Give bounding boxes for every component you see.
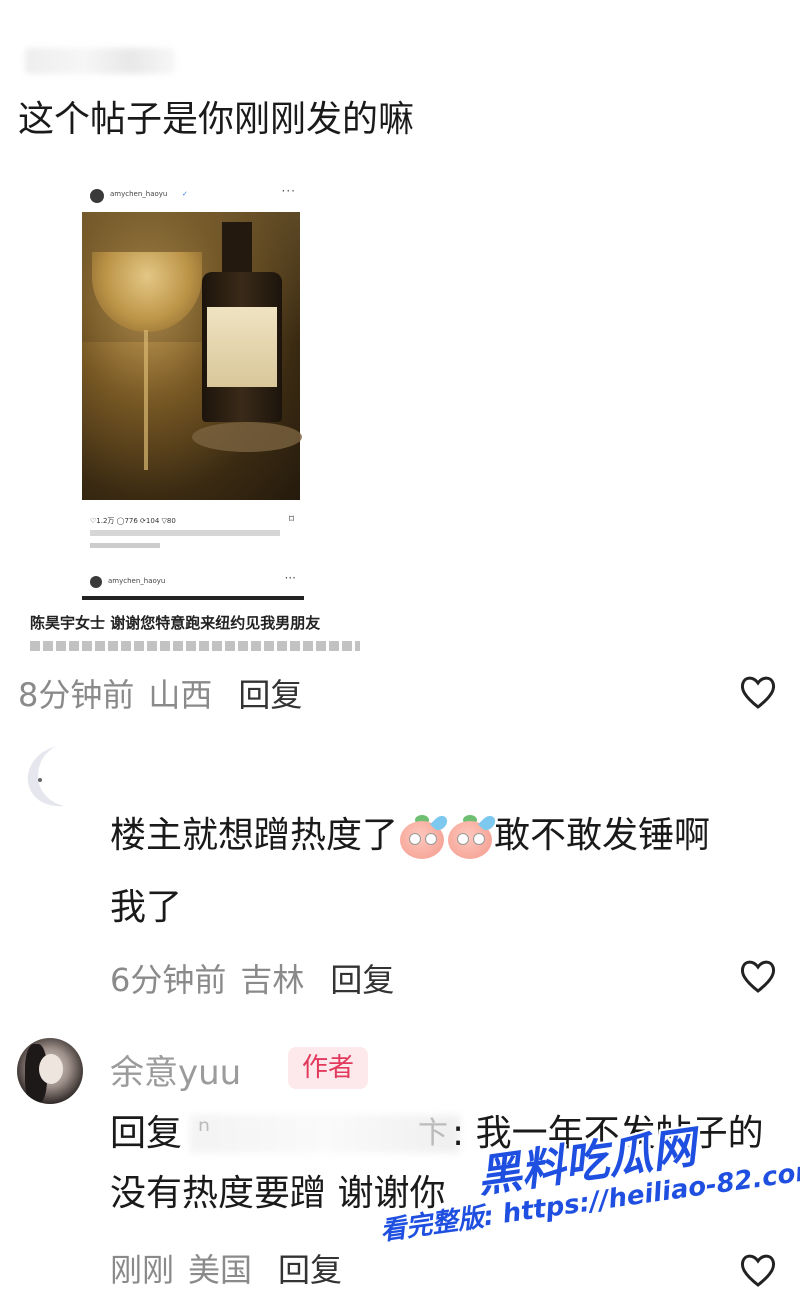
reply-button[interactable]: 回复 — [330, 961, 394, 999]
bookmark-icon: ⌑ — [288, 514, 294, 525]
comment-text: 楼主就想蹭热度了 敢不敢发锤啊 — [110, 812, 710, 860]
embedded-caption-cutoff — [30, 641, 360, 651]
wine-glass-stem — [144, 330, 148, 470]
comment-location: 山西 — [148, 676, 213, 714]
verified-icon: ✓ — [182, 190, 188, 198]
comment-time: 8分钟前 — [18, 676, 135, 714]
more-icon: ··· — [281, 184, 296, 198]
avatar — [90, 189, 104, 203]
author-username[interactable]: 余意yuu — [110, 1045, 241, 1094]
sweat-emoji-icon — [400, 813, 450, 859]
embedded-screenshot[interactable]: amychen_haoyu ✓ ··· ♡1.2万 ◯776 ⟳104 ▽80 … — [82, 180, 304, 650]
comment-time: 6分钟前 — [110, 961, 227, 999]
comment-meta: 6分钟前 吉林 回复 — [110, 955, 394, 1001]
comment-meta: 刚刚 美国 回复 — [110, 1245, 342, 1291]
comment-meta: 8分钟前 山西 回复 — [18, 670, 302, 716]
reply-button[interactable]: 回复 — [238, 676, 302, 714]
avatar — [90, 576, 102, 588]
avatar-face — [39, 1054, 63, 1084]
author-badge: 作者 — [288, 1047, 368, 1089]
embedded-caption: 陈昊宇女士 谢谢您特意跑来纽约见我男朋友 — [30, 614, 321, 632]
wine-photo — [82, 212, 302, 500]
sweat-emoji-icon — [448, 813, 498, 859]
like-heart-icon[interactable] — [738, 956, 778, 996]
more-icon: ··· — [284, 571, 296, 585]
embedded-date-blurred — [90, 543, 160, 548]
embedded-post-stats: ♡1.2万 ◯776 ⟳104 ▽80 — [90, 517, 176, 525]
comment-text-part: 敢不敢发锤啊 — [494, 815, 711, 856]
like-heart-icon[interactable] — [738, 1250, 778, 1290]
comment-time: 刚刚 — [110, 1251, 175, 1289]
mention-fragment-start: ⁿ — [198, 1114, 210, 1149]
reply-prefix: 回复 — [110, 1113, 183, 1154]
coaster-shape — [192, 422, 302, 452]
comment-location: 吉林 — [240, 961, 305, 999]
blurred-username — [25, 48, 175, 74]
embedded-username: amychen_haoyu — [108, 577, 166, 585]
avatar[interactable] — [18, 742, 74, 812]
embedded-caption-blurred — [90, 530, 280, 536]
embedded-second-header: amychen_haoyu ··· — [82, 570, 304, 594]
like-heart-icon[interactable] — [738, 672, 778, 712]
mention-fragment-end: 卞 — [418, 1116, 448, 1151]
comment-text: 这个帖子是你刚刚发的嘛 — [18, 99, 415, 140]
comment-location: 美国 — [188, 1251, 253, 1289]
divider — [82, 596, 304, 600]
bottle-label — [207, 307, 277, 387]
embedded-username: amychen_haoyu — [110, 190, 168, 198]
avatar[interactable] — [17, 1038, 83, 1104]
reply-button[interactable]: 回复 — [278, 1251, 342, 1289]
embedded-post-header: amychen_haoyu ✓ ··· — [82, 180, 304, 212]
comment-text-line2: 我了 — [110, 887, 183, 928]
comment-text-part: 楼主就想蹭热度了 — [110, 815, 399, 856]
